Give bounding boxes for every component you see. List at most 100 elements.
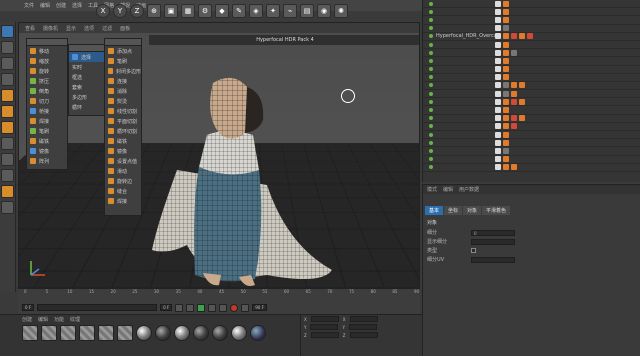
- material-swatch[interactable]: [98, 325, 114, 341]
- attr-input[interactable]: 0: [471, 229, 515, 236]
- visibility-dot-icon[interactable]: [429, 99, 433, 104]
- palette-item[interactable]: 消除: [105, 86, 141, 96]
- coord-input[interactable]: [349, 332, 378, 338]
- palette-item[interactable]: 封闭多边形: [105, 66, 141, 76]
- palette-item[interactable]: 循环切割: [105, 126, 141, 136]
- material-swatch[interactable]: [117, 325, 133, 341]
- palette-item[interactable]: 旋转边: [105, 176, 141, 186]
- render-view-icon[interactable]: ▣: [164, 4, 178, 18]
- object-row[interactable]: [423, 156, 640, 164]
- go-to-start-icon[interactable]: [175, 303, 184, 312]
- palette-item[interactable]: 熨烫: [105, 96, 141, 106]
- visibility-dot-icon[interactable]: [429, 140, 433, 145]
- material-swatch[interactable]: [41, 325, 57, 341]
- palette-item[interactable]: 切刀: [27, 96, 67, 106]
- attr-input[interactable]: [471, 256, 515, 263]
- palette-item[interactable]: 移动: [27, 46, 67, 56]
- viewport-menu-item[interactable]: 过滤: [102, 25, 112, 32]
- edges-mode-icon[interactable]: [1, 105, 14, 118]
- object-row[interactable]: [423, 8, 640, 17]
- palette-item[interactable]: 多边形: [69, 92, 105, 102]
- coordinate-system-icon[interactable]: ⊕: [147, 4, 161, 18]
- object-row[interactable]: [423, 98, 640, 107]
- object-row[interactable]: [423, 74, 640, 82]
- object-row[interactable]: [423, 131, 640, 140]
- object-row[interactable]: [423, 57, 640, 66]
- visibility-dot-icon[interactable]: [429, 26, 433, 31]
- palette-item[interactable]: 添加点: [105, 46, 141, 56]
- pen-icon[interactable]: ✎: [232, 4, 246, 18]
- play-icon[interactable]: [197, 303, 206, 312]
- object-row[interactable]: [423, 90, 640, 99]
- timeline[interactable]: 0 5 10 15 20 25 30 35 40 45 50 55 60 65 70 75 80 85 90 0 F…: [18, 288, 420, 314]
- visibility-dot-icon[interactable]: [429, 75, 433, 80]
- object-row[interactable]: [423, 82, 640, 91]
- attr-menu-item[interactable]: 模式: [427, 186, 437, 193]
- material-menu-item[interactable]: 编辑: [38, 316, 48, 323]
- visibility-dot-icon[interactable]: [429, 124, 433, 129]
- preview-range-field[interactable]: [37, 304, 158, 311]
- visibility-dot-icon[interactable]: [429, 132, 433, 137]
- palette-item[interactable]: 倒角: [27, 86, 67, 96]
- object-row[interactable]: [423, 66, 640, 74]
- attr-tab[interactable]: 平滑着色: [482, 206, 511, 215]
- viewport-menu-item[interactable]: 显示: [66, 25, 76, 32]
- palette-header[interactable]: [69, 45, 105, 52]
- visibility-dot-icon[interactable]: [429, 83, 433, 88]
- cube-icon[interactable]: ◆: [215, 4, 229, 18]
- object-row[interactable]: [423, 25, 640, 33]
- material-swatch[interactable]: [79, 325, 95, 341]
- object-row[interactable]: [423, 106, 640, 115]
- object-row[interactable]: [423, 41, 640, 50]
- attr-tab[interactable]: 对象: [463, 206, 482, 215]
- coord-input[interactable]: [310, 324, 339, 330]
- material-swatch[interactable]: [60, 325, 76, 341]
- texture-mode-icon[interactable]: [1, 57, 14, 70]
- object-row[interactable]: [423, 139, 640, 148]
- palette-item[interactable]: 缝合: [105, 186, 141, 196]
- palette-item[interactable]: 镜像: [27, 146, 67, 156]
- palette-item[interactable]: 连接: [105, 76, 141, 86]
- z-axis-icon[interactable]: Z: [130, 4, 144, 18]
- timeline-ruler[interactable]: 0 5 10 15 20 25 30 35 40 45 50 55 60 65 70 75 80 85 90: [18, 289, 420, 299]
- palette-item[interactable]: 笔刷: [27, 126, 67, 136]
- material-swatch[interactable]: [250, 325, 266, 341]
- palette-item[interactable]: 磁铁: [105, 136, 141, 146]
- lock-workplane-icon[interactable]: [1, 169, 14, 182]
- material-swatch[interactable]: [212, 325, 228, 341]
- palette-item[interactable]: 设置点值: [105, 156, 141, 166]
- visibility-dot-icon[interactable]: [429, 9, 433, 14]
- object-row[interactable]: [423, 0, 640, 9]
- make-editable-icon[interactable]: [1, 25, 14, 38]
- object-row[interactable]: [423, 49, 640, 58]
- attr-checkbox[interactable]: [471, 248, 476, 253]
- solo-icon[interactable]: [1, 201, 14, 214]
- workplane-icon[interactable]: [1, 73, 14, 86]
- material-swatch[interactable]: [174, 325, 190, 341]
- deformer-icon[interactable]: ⌁: [283, 4, 297, 18]
- render-settings-icon[interactable]: ⚙: [198, 4, 212, 18]
- palette-header[interactable]: [105, 39, 141, 46]
- palette-header[interactable]: [27, 39, 67, 46]
- visibility-dot-icon[interactable]: [429, 108, 433, 113]
- palette-item[interactable]: 焊接: [105, 196, 141, 206]
- record-icon[interactable]: [230, 303, 239, 312]
- viewport-menu-item[interactable]: 摄像机: [43, 25, 58, 32]
- visibility-dot-icon[interactable]: [429, 165, 433, 170]
- material-swatch[interactable]: [136, 325, 152, 341]
- material-menu-item[interactable]: 纹理: [70, 316, 80, 323]
- material-swatch[interactable]: [193, 325, 209, 341]
- render-picture-icon[interactable]: ▦: [181, 4, 195, 18]
- object-row[interactable]: [423, 115, 640, 123]
- sculpt-icon[interactable]: [1, 185, 14, 198]
- viewport-menu-item[interactable]: 查看: [25, 25, 35, 32]
- coord-input[interactable]: [349, 316, 378, 322]
- viewport-menu-item[interactable]: 选项: [84, 25, 94, 32]
- prev-key-icon[interactable]: [186, 303, 195, 312]
- coord-input[interactable]: [310, 316, 339, 322]
- visibility-dot-icon[interactable]: [429, 34, 433, 39]
- y-axis-icon[interactable]: Y: [113, 4, 127, 18]
- palette-item[interactable]: 滑动: [105, 166, 141, 176]
- object-row[interactable]: Hyperfocal_HDR_Overcast: [423, 33, 640, 41]
- material-menu-item[interactable]: 创建: [22, 316, 32, 323]
